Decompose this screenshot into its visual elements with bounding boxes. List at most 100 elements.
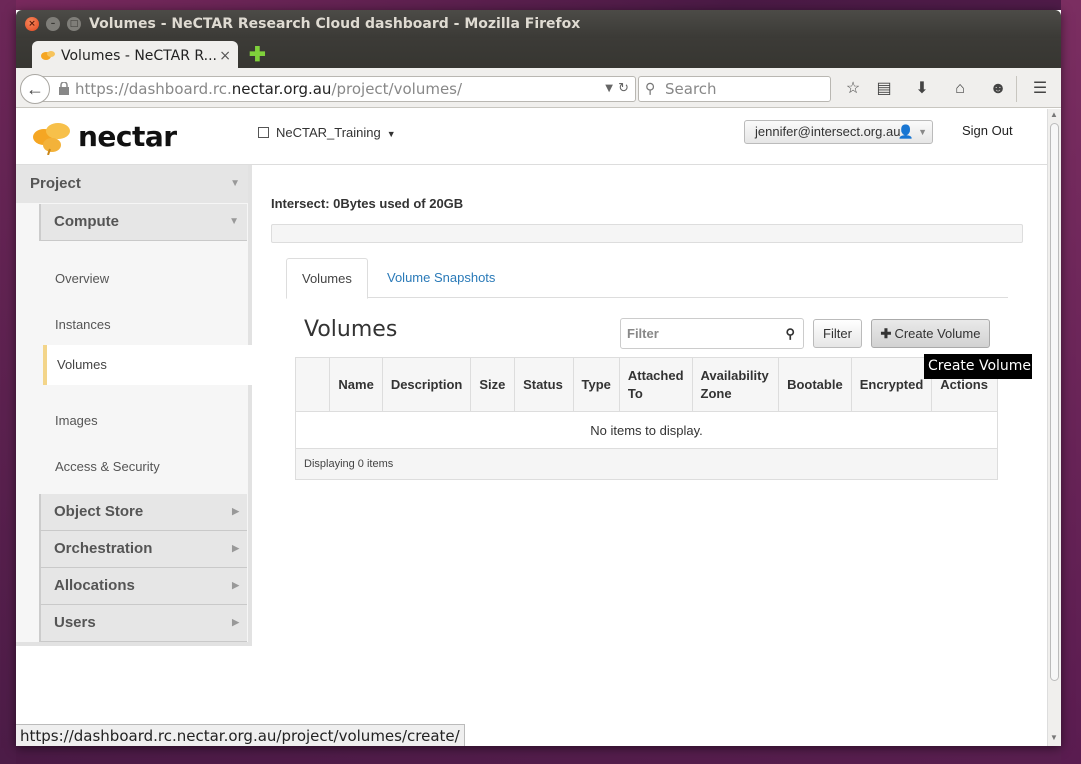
window-close-button[interactable]: × (25, 17, 39, 31)
url-dropdown-icon[interactable]: ▼ (605, 77, 613, 101)
chevron-down-icon: ▼ (386, 129, 396, 139)
reading-list-icon[interactable]: ▤ (875, 80, 893, 98)
filter-input[interactable]: Filter ⚲ (620, 318, 804, 349)
sidebar-item-volumes[interactable]: Volumes (43, 345, 252, 385)
table-row: No items to display. (295, 411, 998, 449)
sidebar-project-label: Project (30, 175, 81, 192)
url-bar[interactable]: https://dashboard.rc.nectar.org.au/proje… (36, 76, 636, 102)
sidebar-object-store-label: Object Store (54, 503, 144, 520)
column-description[interactable]: Description (381, 357, 472, 412)
sidebar-users[interactable]: Users ▶ (39, 605, 247, 642)
lock-icon (59, 82, 69, 95)
menu-icon[interactable]: ☰ (1031, 80, 1049, 98)
sidebar-users-label: Users (54, 614, 96, 631)
url-path: /project/volumes/ (331, 80, 463, 98)
select-all-column[interactable] (294, 357, 331, 412)
project-icon (258, 127, 269, 138)
window-minimize-button[interactable]: – (46, 17, 60, 31)
new-tab-icon[interactable]: ✚ (249, 45, 266, 65)
scroll-down-icon[interactable]: ▼ (1050, 733, 1058, 742)
toolbar-separator (1016, 76, 1017, 102)
volume-tabs: Volumes Volume Snapshots (286, 258, 1008, 299)
back-button[interactable]: ← (20, 74, 50, 104)
bookmark-star-icon[interactable]: ☆ (844, 80, 862, 98)
sidebar-item-access-security[interactable]: Access & Security (55, 459, 160, 474)
sidebar-orchestration-label: Orchestration (54, 540, 153, 557)
sidebar-orchestration[interactable]: Orchestration ▶ (39, 531, 247, 568)
sidebar-item-instances[interactable]: Instances (55, 317, 111, 332)
quota-progress-bar (271, 224, 1023, 243)
search-icon: ⚲ (785, 326, 795, 341)
window-title: Volumes - NeCTAR Research Cloud dashboar… (89, 16, 581, 32)
table-footer: Displaying 0 items (295, 448, 998, 480)
nectar-logo[interactable]: nectar (30, 119, 190, 155)
create-volume-button[interactable]: ✚ Create Volume (871, 319, 990, 348)
sidebar-project[interactable]: Project ▼ (16, 165, 248, 203)
desktop-background-right (1061, 0, 1081, 764)
browser-window: × – □ Volumes - NeCTAR Research Cloud da… (16, 10, 1061, 746)
sidebar-compute[interactable]: Compute ▼ (39, 204, 247, 241)
dashboard-header: nectar NeCTAR_Training ▼ jennifer@interse… (16, 109, 1047, 165)
column-status[interactable]: Status (514, 357, 574, 412)
sidebar: Project ▼ Compute ▼ Overview Instances V… (16, 165, 252, 646)
plus-icon: ✚ (880, 326, 892, 341)
chevron-right-icon: ▶ (232, 506, 239, 516)
project-name: NeCTAR_Training (276, 125, 381, 140)
browser-navbar: https://dashboard.rc.nectar.org.au/proje… (16, 68, 1061, 108)
tab-volume-snapshots[interactable]: Volume Snapshots (372, 258, 510, 299)
back-arrow-icon: ← (26, 79, 44, 99)
user-menu[interactable]: jennifer@intersect.org.au 👤 ▼ (744, 120, 933, 144)
scrollbar-thumb[interactable] (1050, 123, 1059, 681)
column-attached-to[interactable]: Attached To (618, 357, 693, 412)
url-host: nectar.org.au (231, 80, 332, 98)
page-title: Volumes (304, 317, 398, 342)
column-size[interactable]: Size (470, 357, 516, 412)
column-encrypted[interactable]: Encrypted (850, 357, 933, 412)
sidebar-allocations-label: Allocations (54, 577, 135, 594)
nectar-logo-icon (33, 123, 70, 155)
search-bar[interactable]: ⚲ Search (638, 76, 831, 102)
window-maximize-button[interactable]: □ (67, 17, 81, 31)
filter-placeholder: Filter (627, 326, 659, 341)
download-icon[interactable]: ⬇ (913, 80, 931, 98)
status-bar-url: https://dashboard.rc.nectar.org.au/proje… (16, 724, 465, 746)
project-selector[interactable]: NeCTAR_Training ▼ (258, 125, 396, 140)
sidebar-item-images[interactable]: Images (55, 413, 98, 428)
chevron-right-icon: ▶ (232, 543, 239, 553)
volumes-table: Name Description Size Status Type Attach… (294, 357, 998, 480)
window-titlebar: × – □ Volumes - NeCTAR Research Cloud da… (16, 10, 1061, 38)
sidebar-object-store[interactable]: Object Store ▶ (39, 494, 247, 531)
web-page: nectar NeCTAR_Training ▼ jennifer@interse… (16, 109, 1047, 746)
create-volume-tooltip: Create Volume (924, 354, 1032, 379)
search-icon: ⚲ (645, 81, 656, 97)
logo-text: nectar (78, 120, 177, 153)
chat-icon[interactable]: ☻ (989, 80, 1007, 98)
sidebar-compute-label: Compute (54, 213, 119, 230)
desktop-background-left (0, 0, 16, 764)
sidebar-item-overview[interactable]: Overview (55, 271, 109, 286)
quota-text: Intersect: 0Bytes used of 20GB (271, 196, 464, 211)
user-email: jennifer@intersect.org.au (755, 124, 901, 139)
scroll-up-icon[interactable]: ▲ (1050, 110, 1058, 119)
chevron-down-icon: ▼ (918, 127, 927, 137)
home-icon[interactable]: ⌂ (951, 80, 969, 98)
browser-tab-title: Volumes - NeCTAR R... (61, 48, 217, 64)
sidebar-allocations[interactable]: Allocations ▶ (39, 568, 247, 605)
column-type[interactable]: Type (572, 357, 620, 412)
sign-out-link[interactable]: Sign Out (962, 123, 1013, 138)
tab-volumes[interactable]: Volumes (286, 258, 368, 299)
create-volume-label: Create Volume (894, 326, 981, 341)
column-name[interactable]: Name (329, 357, 383, 412)
table-header-row: Name Description Size Status Type Attach… (294, 357, 998, 412)
column-availability-zone[interactable]: Availability Zone (691, 357, 780, 412)
reload-icon[interactable]: ↻ (618, 77, 629, 101)
empty-message: No items to display. (295, 411, 998, 449)
page-scrollbar[interactable]: ▲ ▼ (1047, 109, 1061, 746)
column-bootable[interactable]: Bootable (778, 357, 852, 412)
filter-button[interactable]: Filter (813, 319, 862, 348)
chevron-down-icon: ▼ (229, 216, 239, 227)
nectar-favicon-icon (41, 51, 55, 60)
search-placeholder: Search (665, 80, 717, 98)
user-icon: 👤 (897, 124, 914, 139)
chevron-right-icon: ▶ (232, 617, 239, 627)
